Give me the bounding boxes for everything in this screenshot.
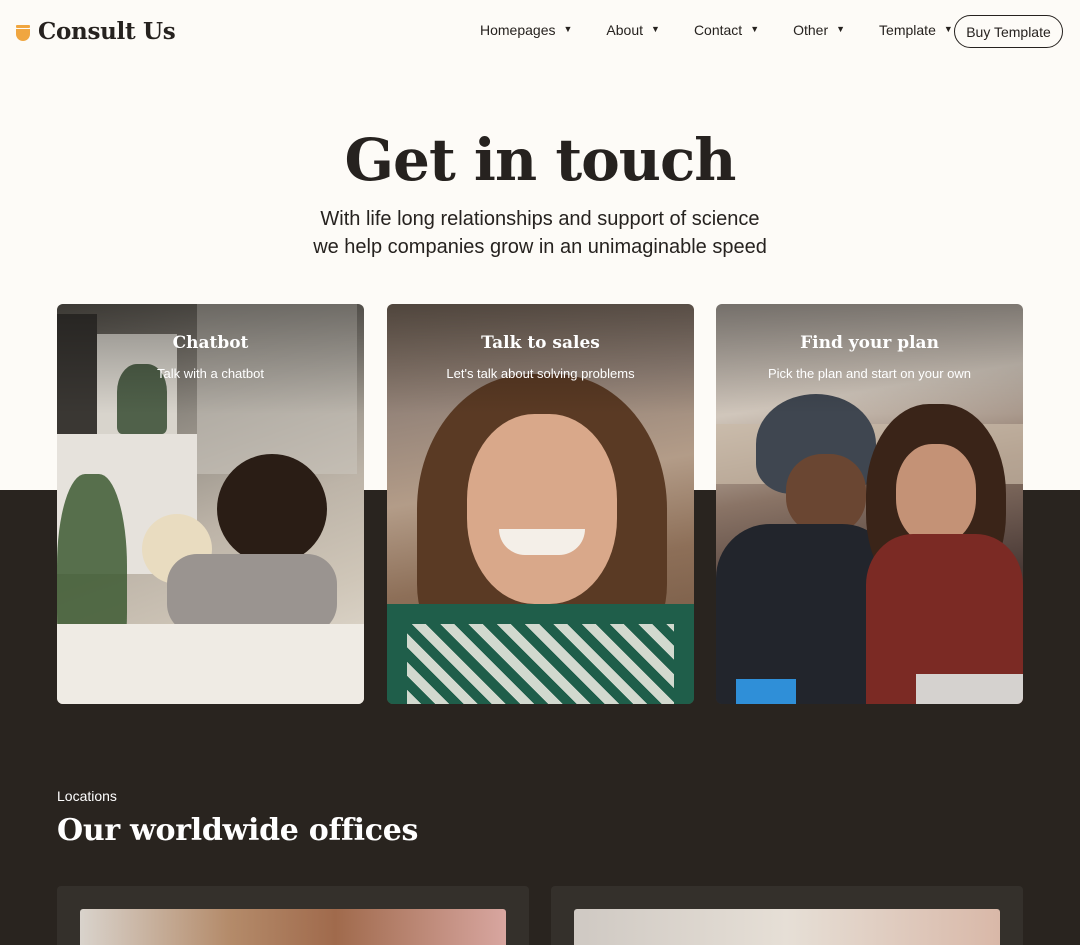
nav-item-template[interactable]: Template ▼ [879, 22, 953, 38]
nav-item-label: Template [879, 22, 936, 38]
nav-item-label: Contact [693, 22, 743, 38]
card-title: Talk to sales [481, 333, 600, 353]
card-shade [716, 304, 1023, 414]
buy-template-button[interactable]: Buy Template [954, 15, 1063, 48]
chatbot-card[interactable]: Chatbot Talk with a chatbot [57, 304, 364, 704]
chevron-down-icon: ▼ [836, 24, 846, 34]
logo-text: Consult Us [38, 18, 176, 45]
hero-subtitle: With life long relationships and support… [0, 205, 1080, 261]
locations-label: Locations [57, 788, 117, 804]
locations-title: Our worldwide offices [57, 813, 419, 848]
card-title: Find your plan [800, 333, 939, 353]
office-photo [80, 909, 506, 945]
card-description: Pick the plan and start on your own [767, 366, 972, 381]
nav-item-contact[interactable]: Contact ▼ [694, 22, 759, 38]
logo-mark-icon [16, 24, 30, 41]
chevron-down-icon: ▼ [563, 24, 573, 34]
main-nav: Homepages ▼ About ▼ Contact ▼ Other ▼ Te… [480, 22, 987, 38]
chevron-down-icon: ▼ [943, 24, 953, 34]
nav-item-label: About [606, 22, 644, 38]
hero-subtitle-line-1: With life long relationships and support… [320, 208, 760, 230]
card-title: Chatbot [172, 333, 249, 353]
nav-item-about[interactable]: About ▼ [606, 22, 660, 38]
logo[interactable]: Consult Us [16, 18, 176, 45]
nav-item-label: Homepages [480, 22, 556, 38]
chevron-down-icon: ▼ [750, 24, 760, 34]
nav-item-label: Other [793, 22, 829, 38]
nav-item-other[interactable]: Other ▼ [793, 22, 845, 38]
card-shade [387, 304, 694, 414]
chevron-down-icon: ▼ [651, 24, 660, 34]
card-shade [57, 304, 364, 414]
card-description: Let's talk about solving problems [446, 366, 635, 381]
office-card[interactable] [551, 886, 1023, 945]
find-your-plan-card[interactable]: Find your plan Pick the plan and start o… [716, 304, 1023, 704]
talk-to-sales-card[interactable]: Talk to sales Let's talk about solving p… [387, 304, 694, 704]
office-photo [574, 909, 1000, 945]
office-card[interactable] [57, 886, 529, 945]
nav-item-homepages[interactable]: Homepages ▼ [480, 22, 572, 38]
site-header: Consult Us Homepages ▼ About ▼ Contact ▼… [0, 0, 1080, 64]
card-description: Talk with a chatbot [157, 366, 264, 381]
hero-subtitle-line-2: we help companies grow in an unimaginabl… [313, 236, 767, 258]
page-title: Get in touch [344, 126, 737, 194]
